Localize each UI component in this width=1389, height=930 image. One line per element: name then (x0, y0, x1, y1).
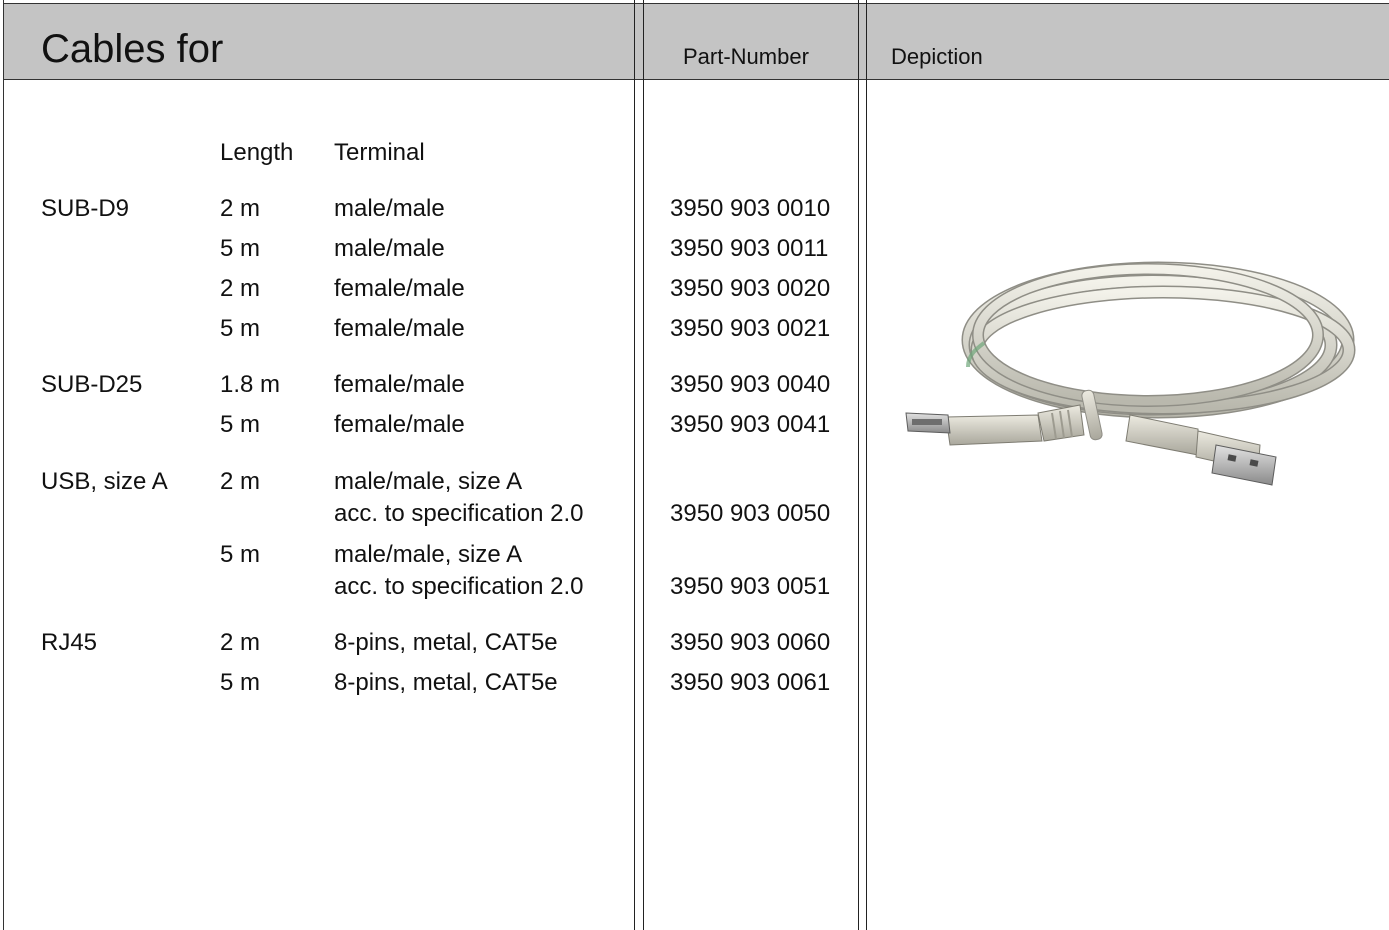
row-terminal: female/male (334, 275, 465, 302)
column-divider (866, 0, 867, 930)
row-length: 5 m (220, 315, 261, 342)
row-terminal: 8-pins, metal, CAT5e (334, 629, 558, 656)
row-terminal: male/male, size A (334, 468, 523, 495)
row-length: 2 m (220, 629, 261, 656)
group-label: RJ45 (41, 629, 98, 656)
page-title: Cables for (41, 27, 224, 71)
row-part-number: 3950 903 0020 (670, 275, 831, 302)
row-terminal: male/male, size A (334, 541, 523, 568)
row-terminal-note: acc. to specification 2.0 (334, 500, 584, 527)
row-terminal: male/male (334, 195, 445, 222)
row-length: 2 m (220, 275, 261, 302)
row-length: 5 m (220, 541, 261, 568)
terminal-column-header: Terminal (334, 139, 425, 166)
row-part-number: 3950 903 0051 (670, 573, 831, 600)
column-divider (643, 0, 644, 930)
column-divider (858, 0, 859, 930)
row-length: 2 m (220, 195, 261, 222)
row-part-number: 3950 903 0060 (670, 629, 831, 656)
row-length: 1.8 m (220, 371, 281, 398)
group-label: USB, size A (41, 468, 168, 495)
row-part-number: 3950 903 0041 (670, 411, 831, 438)
datasheet-page: Cables for Part-Number Depiction Length … (0, 0, 1389, 930)
row-terminal: male/male (334, 235, 445, 262)
column-divider (634, 0, 635, 930)
row-terminal: female/male (334, 371, 465, 398)
part-number-header: Part-Number (683, 44, 809, 69)
row-part-number: 3950 903 0050 (670, 500, 831, 527)
row-length: 5 m (220, 235, 261, 262)
length-column-header: Length (220, 139, 294, 166)
row-length: 2 m (220, 468, 261, 495)
group-label: SUB-D25 (41, 371, 143, 398)
row-part-number: 3950 903 0040 (670, 371, 831, 398)
row-terminal: female/male (334, 411, 465, 438)
left-border (3, 0, 4, 930)
row-terminal: female/male (334, 315, 465, 342)
group-label: SUB-D9 (41, 195, 130, 222)
row-part-number: 3950 903 0010 (670, 195, 831, 222)
row-part-number: 3950 903 0011 (670, 235, 829, 262)
row-length: 5 m (220, 411, 261, 438)
row-terminal-note: acc. to specification 2.0 (334, 573, 584, 600)
row-part-number: 3950 903 0061 (670, 669, 831, 696)
row-length: 5 m (220, 669, 261, 696)
usb-cable-photo-icon (905, 261, 1356, 486)
row-terminal: 8-pins, metal, CAT5e (334, 669, 558, 696)
row-part-number: 3950 903 0021 (670, 315, 831, 342)
depiction-header: Depiction (891, 44, 983, 69)
